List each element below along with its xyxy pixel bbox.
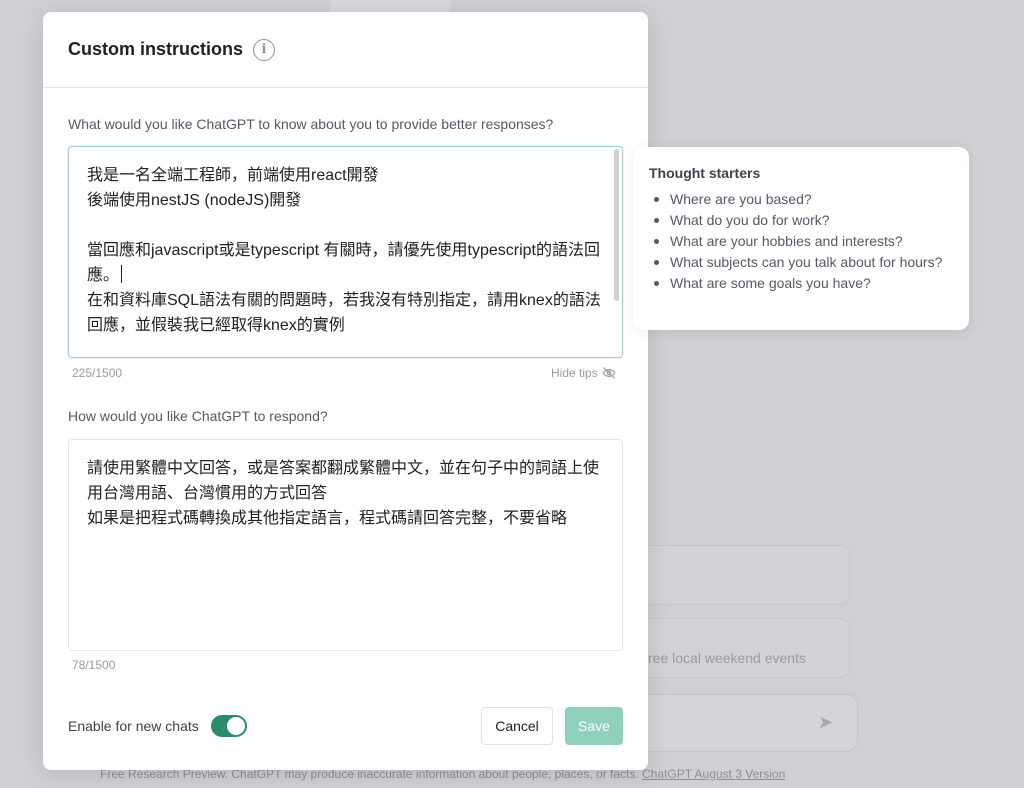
respond-text: 請使用繁體中文回答，或是答案都翻成繁體中文，並在句子中的詞語上使用台灣用語、台灣… [87, 460, 600, 527]
tip-item: What subjects can you talk about for hou… [653, 252, 953, 273]
custom-instructions-modal: Custom instructions i What would you lik… [43, 12, 648, 770]
tip-item: What are your hobbies and interests? [653, 231, 953, 252]
send-icon: ➤ [818, 712, 834, 732]
thought-starters-card: Thought starters Where are you based? Wh… [633, 147, 969, 330]
about-char-count: 225/1500 [72, 366, 123, 380]
cancel-button[interactable]: Cancel [481, 707, 553, 745]
version-link[interactable]: ChatGPT August 3 Version [642, 767, 785, 781]
respond-char-count: 78/1500 [72, 658, 116, 672]
eye-off-icon [602, 367, 616, 379]
textarea-scrollbar[interactable] [614, 149, 619, 301]
about-text-rest: 在和資料庫SQL語法有關的問題時，若我沒有特別指定，請用knex的語法回應，並假… [87, 292, 601, 334]
tip-item: What do you do for work? [653, 210, 953, 231]
tips-title: Thought starters [649, 165, 761, 181]
modal-header: Custom instructions i [43, 12, 648, 88]
hide-tips-button[interactable]: Hide tips [551, 366, 616, 380]
modal-title: Custom instructions [68, 39, 244, 59]
background-suggestion-text: ree local weekend events [648, 650, 806, 666]
enable-toggle-label: Enable for new chats [68, 718, 199, 734]
info-icon[interactable]: i [253, 38, 276, 61]
enable-new-chats-toggle[interactable] [211, 715, 247, 737]
toggle-knob [227, 717, 245, 735]
save-button[interactable]: Save [565, 707, 623, 745]
tip-item: What are some goals you have? [653, 273, 953, 294]
about-question-label: What would you like ChatGPT to know abou… [68, 116, 554, 132]
hide-tips-label: Hide tips [551, 366, 598, 380]
text-cursor [121, 265, 123, 283]
about-textarea[interactable]: 我是一名全端工程師，前端使用react開發 後端使用nestJS (nodeJS… [68, 146, 623, 358]
tips-list: Where are you based? What do you do for … [649, 189, 953, 294]
respond-textarea[interactable]: 請使用繁體中文回答，或是答案都翻成繁體中文，並在句子中的詞語上使用台灣用語、台灣… [68, 439, 623, 651]
background-suggestion-card [620, 618, 850, 678]
background-suggestion-card [620, 545, 850, 605]
modal-footer: Enable for new chats Cancel Save [68, 707, 623, 745]
respond-question-label: How would you like ChatGPT to respond? [68, 408, 328, 424]
about-text: 我是一名全端工程師，前端使用react開發 後端使用nestJS (nodeJS… [87, 167, 600, 284]
tip-item: Where are you based? [653, 189, 953, 210]
